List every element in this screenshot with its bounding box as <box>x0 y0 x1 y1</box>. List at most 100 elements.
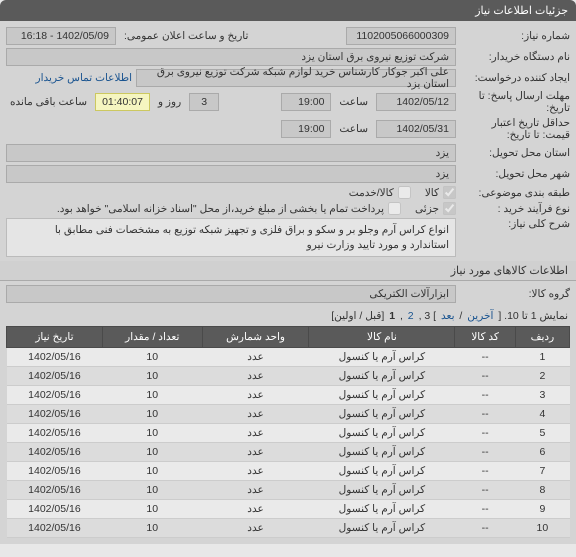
pager-page-2[interactable]: 2 <box>406 310 416 322</box>
pager-prefix: نمایش 1 تا 10. [ <box>495 310 568 322</box>
cell-date: 1402/05/16 <box>7 367 103 386</box>
cell-code: -- <box>455 424 515 443</box>
pager-next[interactable]: بعد <box>439 310 457 322</box>
cell-code: -- <box>455 519 515 538</box>
cell-qty: 10 <box>102 462 202 481</box>
cell-date: 1402/05/16 <box>7 348 103 367</box>
cell-qty: 10 <box>102 424 202 443</box>
cell-unit: عدد <box>202 348 309 367</box>
city-value: یزد <box>6 165 456 183</box>
th-code: کد کالا <box>455 327 515 348</box>
creator-label: ایجاد کننده درخواست: <box>460 72 570 84</box>
time-left-label: ساعت باقی مانده <box>6 96 91 108</box>
cell-name: کراس آرم یا کنسول <box>309 481 455 500</box>
announce-dt-label: تاریخ و ساعت اعلان عمومی: <box>120 30 252 42</box>
table-row[interactable]: 10--کراس آرم یا کنسولعدد101402/05/16 <box>7 519 570 538</box>
cell-code: -- <box>455 500 515 519</box>
items-section-header[interactable]: اطلاعات کالاهای مورد نیاز <box>0 261 576 281</box>
main-panel: شماره نیاز: 1102005066000309 تاریخ و ساع… <box>0 21 576 544</box>
th-unit: واحد شمارش <box>202 327 309 348</box>
cell-n: 1 <box>515 348 569 367</box>
buy-type-label: نوع فرآیند خرید : <box>460 203 570 215</box>
goods-group-value: ابزارآلات الکتریکی <box>6 285 456 303</box>
deadline-time: 19:00 <box>281 93 331 111</box>
cell-code: -- <box>455 405 515 424</box>
table-row[interactable]: 4--کراس آرم یا کنسولعدد101402/05/16 <box>7 405 570 424</box>
deadline-date: 1402/05/12 <box>376 93 456 111</box>
time-label-1: ساعت <box>335 96 372 108</box>
cell-date: 1402/05/16 <box>7 443 103 462</box>
table-row[interactable]: 9--کراس آرم یا کنسولعدد101402/05/16 <box>7 500 570 519</box>
cell-date: 1402/05/16 <box>7 481 103 500</box>
cell-name: کراس آرم یا کنسول <box>309 405 455 424</box>
table-header-row: ردیف کد کالا نام کالا واحد شمارش تعداد /… <box>7 327 570 348</box>
cell-name: کراس آرم یا کنسول <box>309 519 455 538</box>
cell-name: کراس آرم یا کنسول <box>309 424 455 443</box>
need-no-label: شماره نیاز: <box>460 30 570 42</box>
days-left-label: روز و <box>154 96 185 108</box>
cell-unit: عدد <box>202 519 309 538</box>
goods-group-label: گروه کالا: <box>460 288 570 300</box>
cell-code: -- <box>455 443 515 462</box>
cell-name: کراس آرم یا کنسول <box>309 443 455 462</box>
cell-n: 6 <box>515 443 569 462</box>
class-service-label: کالا/خدمت <box>349 187 394 199</box>
cell-name: کراس آرم یا کنسول <box>309 348 455 367</box>
pager-page-1: 1 <box>387 310 397 322</box>
buy-class-label: طبقه بندی موضوعی: <box>460 187 570 199</box>
cell-code: -- <box>455 481 515 500</box>
cell-qty: 10 <box>102 405 202 424</box>
table-row[interactable]: 8--کراس آرم یا کنسولعدد101402/05/16 <box>7 481 570 500</box>
cell-name: کراس آرم یا کنسول <box>309 367 455 386</box>
items-table: ردیف کد کالا نام کالا واحد شمارش تعداد /… <box>6 326 570 538</box>
cell-code: -- <box>455 386 515 405</box>
table-row[interactable]: 5--کراس آرم یا کنسولعدد101402/05/16 <box>7 424 570 443</box>
buy-type-partial-check <box>443 202 456 215</box>
buyer-org-value: شرکت توزیع نیروی برق استان یزد <box>6 48 456 66</box>
cell-qty: 10 <box>102 367 202 386</box>
table-row[interactable]: 2--کراس آرم یا کنسولعدد101402/05/16 <box>7 367 570 386</box>
buy-type-note: پرداخت تمام یا بخشی از مبلغ خرید،از محل … <box>57 203 384 215</box>
announce-dt-value: 1402/05/09 - 16:18 <box>6 27 116 45</box>
cell-date: 1402/05/16 <box>7 500 103 519</box>
table-row[interactable]: 3--کراس آرم یا کنسولعدد101402/05/16 <box>7 386 570 405</box>
table-row[interactable]: 7--کراس آرم یا کنسولعدد101402/05/16 <box>7 462 570 481</box>
cell-n: 5 <box>515 424 569 443</box>
creator-value: علی اکبر جوکار کارشناس خرید لوازم شبکه ش… <box>136 69 456 87</box>
cell-unit: عدد <box>202 462 309 481</box>
time-left: 01:40:07 <box>95 93 150 111</box>
th-qty: تعداد / مقدار <box>102 327 202 348</box>
cell-qty: 10 <box>102 500 202 519</box>
th-name: نام کالا <box>309 327 455 348</box>
table-row[interactable]: 1--کراس آرم یا کنسولعدد101402/05/16 <box>7 348 570 367</box>
province-value: یزد <box>6 144 456 162</box>
class-goods-label: کالا <box>425 187 439 199</box>
cell-unit: عدد <box>202 424 309 443</box>
pager-last[interactable]: آخرین <box>465 310 495 322</box>
cell-n: 3 <box>515 386 569 405</box>
cell-unit: عدد <box>202 481 309 500</box>
days-left: 3 <box>189 93 219 111</box>
buy-type-note-check <box>388 202 401 215</box>
cell-qty: 10 <box>102 348 202 367</box>
cell-unit: عدد <box>202 367 309 386</box>
cell-qty: 10 <box>102 443 202 462</box>
pager-suffix: [قبل / اولین] <box>331 310 384 322</box>
table-row[interactable]: 6--کراس آرم یا کنسولعدد101402/05/16 <box>7 443 570 462</box>
need-no-value: 1102005066000309 <box>346 27 456 45</box>
cell-unit: عدد <box>202 500 309 519</box>
buy-type-partial-label: جزئى <box>415 203 439 215</box>
cell-date: 1402/05/16 <box>7 519 103 538</box>
cell-qty: 10 <box>102 386 202 405</box>
cell-code: -- <box>455 367 515 386</box>
buyer-contact-link[interactable]: اطلاعات تماس خریدار <box>36 72 132 84</box>
cell-date: 1402/05/16 <box>7 424 103 443</box>
cell-unit: عدد <box>202 443 309 462</box>
cell-n: 2 <box>515 367 569 386</box>
cell-qty: 10 <box>102 519 202 538</box>
city-label: شهر محل تحویل: <box>460 168 570 180</box>
province-label: استان محل تحویل: <box>460 147 570 159</box>
cell-date: 1402/05/16 <box>7 462 103 481</box>
cell-unit: عدد <box>202 386 309 405</box>
cell-n: 4 <box>515 405 569 424</box>
